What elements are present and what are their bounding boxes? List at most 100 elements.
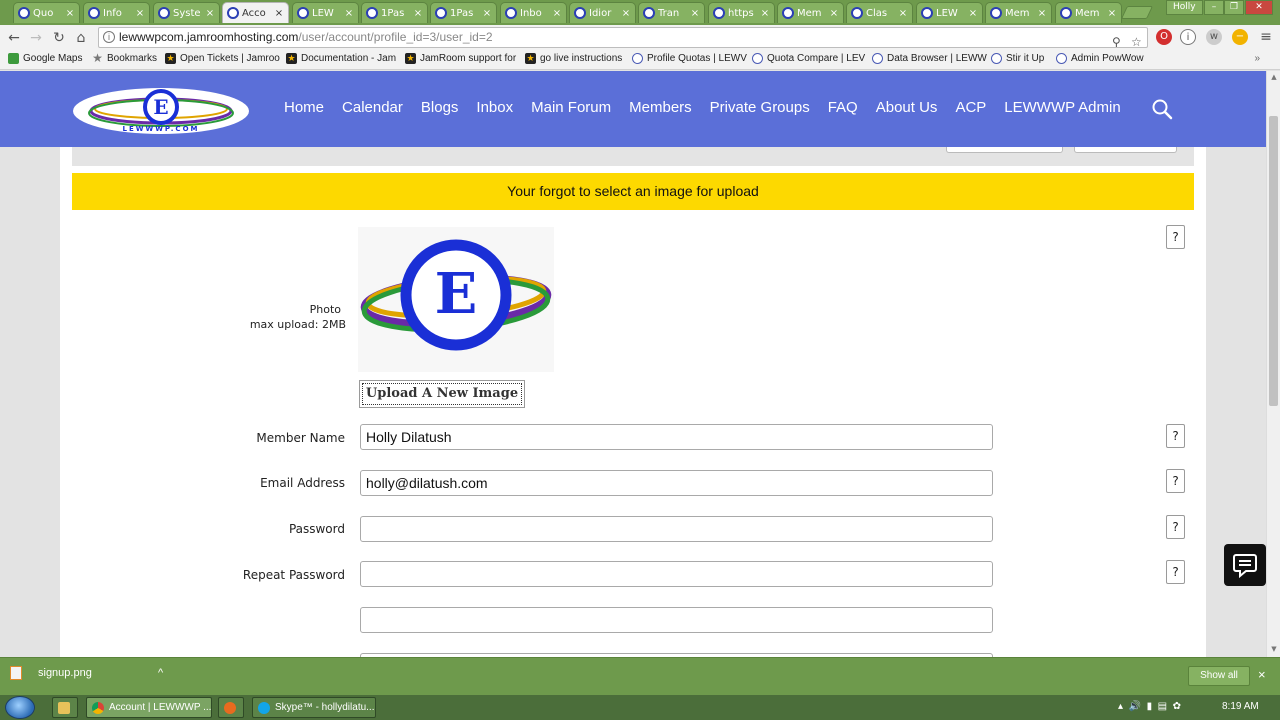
nav-link-home[interactable]: Home — [284, 99, 324, 116]
w-extension-icon[interactable]: w — [1206, 29, 1222, 45]
forward-button[interactable]: → — [26, 28, 46, 48]
nav-link-members[interactable]: Members — [629, 99, 692, 116]
nav-link-lewwwp-admin[interactable]: LEWWWP Admin — [1004, 99, 1120, 116]
password-input[interactable] — [360, 516, 993, 542]
tab-close-icon[interactable]: × — [967, 8, 979, 19]
browser-tab[interactable]: Mem × — [777, 2, 844, 23]
bookmark-item[interactable]: Data Browser | LEWW — [872, 53, 987, 64]
bookmark-item[interactable]: Admin PowWow — [1056, 53, 1144, 64]
tab-close-icon[interactable]: × — [620, 8, 632, 19]
email-input[interactable]: holly@dilatush.com — [360, 470, 993, 496]
bookmark-item[interactable]: Stir it Up — [991, 53, 1044, 64]
download-options-chevron-icon[interactable]: ^ — [158, 667, 163, 679]
address-bar[interactable]: i lewwwpcom.jamroomhosting.com/user/acco… — [98, 27, 1148, 48]
info-extension-icon[interactable]: i — [1180, 29, 1196, 45]
profile-button[interactable]: Holly — [1166, 0, 1203, 15]
nav-link-blogs[interactable]: Blogs — [421, 99, 459, 116]
browser-tab[interactable]: 1Pas × — [361, 2, 428, 23]
bookmark-item[interactable]: ★ JamRoom support for — [405, 53, 516, 64]
browser-tab[interactable]: Clas × — [846, 2, 913, 23]
tab-close-icon[interactable]: × — [1036, 8, 1048, 19]
bookmark-item[interactable]: ★ go live instructions — [525, 53, 622, 64]
repeat-password-input[interactable] — [360, 561, 993, 587]
help-button-member-name[interactable]: ? — [1166, 424, 1185, 448]
nav-link-acp[interactable]: ACP — [955, 99, 986, 116]
bookmark-item[interactable]: Profile Quotas | LEWV — [632, 53, 747, 64]
browser-tab[interactable]: LEW × — [916, 2, 983, 23]
browser-tab[interactable]: Idior × — [569, 2, 636, 23]
nav-link-calendar[interactable]: Calendar — [342, 99, 403, 116]
tab-close-icon[interactable]: × — [1106, 8, 1118, 19]
nav-link-about-us[interactable]: About Us — [876, 99, 938, 116]
tab-close-icon[interactable]: × — [759, 8, 771, 19]
bookmark-item[interactable]: Google Maps — [8, 53, 82, 64]
chat-button[interactable] — [1224, 544, 1266, 586]
browser-tab[interactable]: Inbo × — [500, 2, 567, 23]
scroll-up-arrow[interactable]: ▲ — [1267, 73, 1280, 81]
bookmark-item[interactable]: ★ Bookmarks — [92, 52, 157, 64]
close-window-button[interactable]: ✕ — [1245, 0, 1273, 15]
nav-link-inbox[interactable]: Inbox — [476, 99, 513, 116]
browser-tab[interactable]: Acco × — [222, 2, 289, 23]
tab-close-icon[interactable]: × — [828, 8, 840, 19]
tab-close-icon[interactable]: × — [204, 8, 216, 19]
yellow-extension-icon[interactable]: − — [1232, 29, 1248, 45]
bookmark-star-icon[interactable]: ☆ — [1131, 33, 1142, 47]
download-item[interactable]: signup.png — [10, 666, 92, 680]
browser-tab[interactable]: Info × — [83, 2, 150, 23]
chrome-menu-icon[interactable]: ≡ — [1258, 29, 1274, 45]
browser-tab[interactable]: Mem × — [1055, 2, 1122, 23]
taskbar-firefox[interactable] — [218, 697, 244, 718]
back-button[interactable]: ← — [4, 28, 24, 48]
help-button-password[interactable]: ? — [1166, 515, 1185, 539]
zoom-icon[interactable]: ⚲ — [1112, 33, 1121, 47]
home-button[interactable]: ⌂ — [71, 28, 91, 48]
opera-extension-icon[interactable]: O — [1156, 29, 1172, 45]
browser-tab[interactable]: Tran × — [638, 2, 705, 23]
scroll-down-arrow[interactable]: ▼ — [1267, 645, 1280, 653]
minimize-button[interactable]: – — [1204, 0, 1224, 15]
tab-close-icon[interactable]: × — [481, 8, 493, 19]
browser-tab[interactable]: LEW × — [292, 2, 359, 23]
reload-button[interactable]: ↻ — [49, 28, 69, 48]
taskbar-chrome[interactable]: Account | LEWWWP ... — [86, 697, 212, 718]
maximize-button[interactable]: ❐ — [1224, 0, 1244, 15]
browser-tab[interactable]: Quo × — [13, 2, 80, 23]
upload-image-button[interactable]: Upload A New Image — [359, 380, 525, 408]
taskbar-clock[interactable]: 8:19 AM — [1222, 701, 1259, 712]
browser-tab[interactable]: Mem × — [985, 2, 1052, 23]
tab-close-icon[interactable]: × — [412, 8, 424, 19]
start-button[interactable] — [5, 696, 35, 719]
extra-input[interactable] — [360, 607, 993, 633]
bookmark-item[interactable]: ★ Documentation - Jam — [286, 53, 396, 64]
tab-close-icon[interactable]: × — [134, 8, 146, 19]
new-tab-button[interactable] — [1120, 6, 1154, 19]
tab-close-icon[interactable]: × — [273, 8, 285, 19]
page-info-icon[interactable]: i — [103, 31, 115, 43]
section-toolbar-button-1[interactable] — [946, 147, 1063, 153]
nav-link-faq[interactable]: FAQ — [828, 99, 858, 116]
browser-tab[interactable]: Syste × — [153, 2, 220, 23]
nav-link-private-groups[interactable]: Private Groups — [710, 99, 810, 116]
browser-tab[interactable]: https × — [708, 2, 775, 23]
bookmark-item[interactable]: Quota Compare | LEV — [752, 53, 865, 64]
taskbar-skype[interactable]: Skype™ - hollydilatu... — [252, 697, 376, 718]
taskbar-explorer[interactable] — [52, 697, 78, 718]
section-toolbar-button-2[interactable] — [1074, 147, 1177, 153]
system-tray[interactable]: ▴ 🔊 ▮ ▤ ✿ — [1118, 701, 1181, 712]
tab-close-icon[interactable]: × — [551, 8, 563, 19]
site-logo[interactable]: E LEWWWP.COM — [72, 87, 250, 139]
search-icon[interactable] — [1151, 98, 1173, 124]
help-button-email[interactable]: ? — [1166, 469, 1185, 493]
help-button-photo[interactable]: ? — [1166, 225, 1185, 249]
help-button-repeat-password[interactable]: ? — [1166, 560, 1185, 584]
tab-close-icon[interactable]: × — [64, 8, 76, 19]
browser-tab[interactable]: 1Pas × — [430, 2, 497, 23]
member-name-input[interactable]: Holly Dilatush — [360, 424, 993, 450]
bookmark-item[interactable]: ★ Open Tickets | Jamroo — [165, 53, 280, 64]
tab-close-icon[interactable]: × — [689, 8, 701, 19]
show-all-downloads-button[interactable]: Show all — [1188, 666, 1250, 686]
close-download-bar-button[interactable]: × — [1258, 667, 1266, 682]
scroll-thumb[interactable] — [1269, 116, 1278, 406]
tab-close-icon[interactable]: × — [897, 8, 909, 19]
